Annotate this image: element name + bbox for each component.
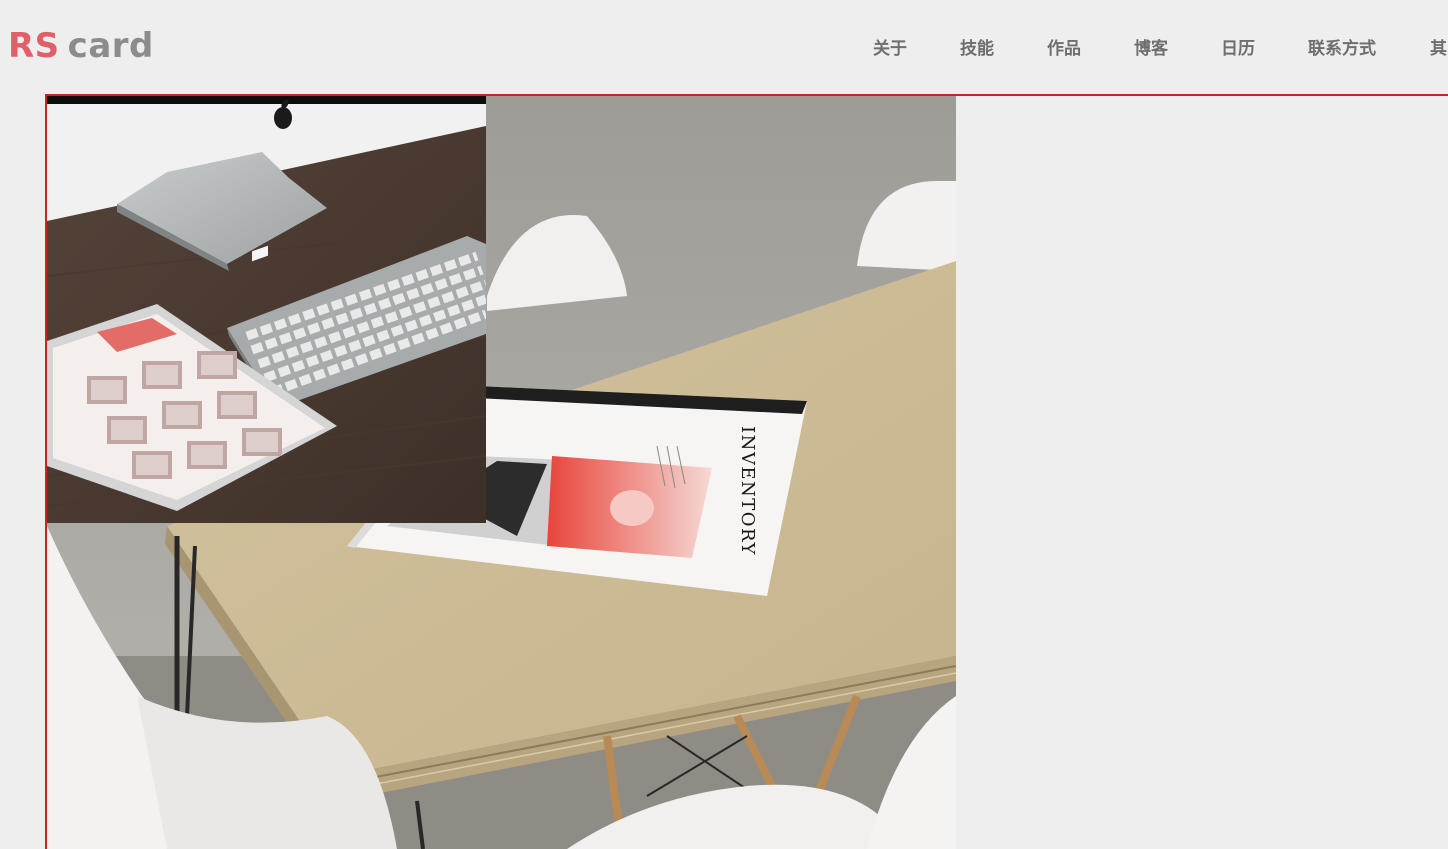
- magazine-title: INVENTORY: [737, 426, 758, 556]
- nav-item-contact[interactable]: 联系方式: [1308, 36, 1376, 62]
- nav-item-other[interactable]: 其: [1430, 36, 1447, 62]
- header: RS card 关于 技能 作品 博客 日历 联系方式 其: [0, 0, 1448, 94]
- nav-item-blog[interactable]: 博客: [1134, 36, 1168, 62]
- nav-item-works[interactable]: 作品: [1047, 36, 1081, 62]
- logo-rs: RS: [8, 26, 60, 66]
- logo-card: card: [67, 26, 154, 66]
- nav-item-skills[interactable]: 技能: [960, 36, 994, 62]
- nav-item-calendar[interactable]: 日历: [1221, 36, 1255, 62]
- desk-photo-graphic: [47, 96, 486, 523]
- desk-photo: [47, 96, 486, 523]
- site-logo[interactable]: RS card: [8, 24, 154, 68]
- nav-item-about[interactable]: 关于: [873, 36, 907, 62]
